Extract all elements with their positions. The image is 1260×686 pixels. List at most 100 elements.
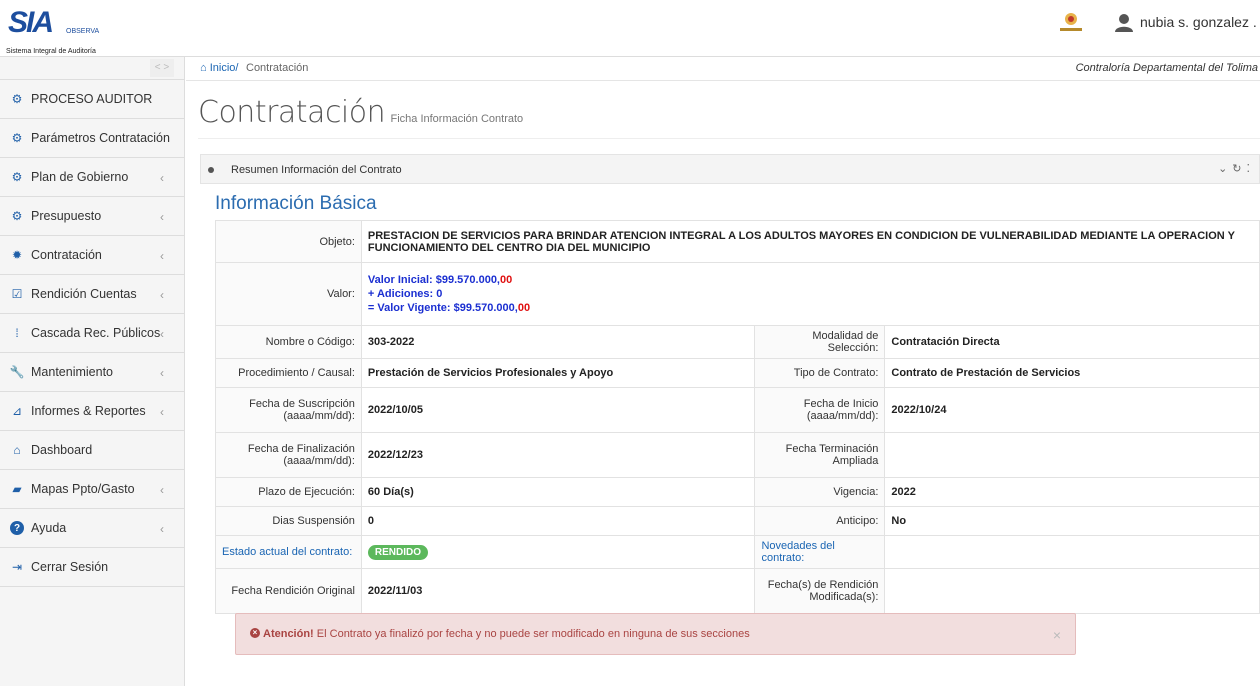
adiciones-line: + Adiciones: 0 — [368, 287, 1253, 301]
sidebar-item-cascada-rec-p-blicos[interactable]: ⁞ Cascada Rec. Públicos ‹ — [0, 314, 184, 353]
alert-close-button[interactable]: × — [1053, 627, 1061, 643]
sidebar-item-label: Informes & Reportes — [31, 404, 146, 418]
gear-icon: ✹ — [11, 248, 23, 262]
sidebar-item-label: Mapas Ppto/Gasto — [31, 482, 135, 496]
valor-vigente: $99.570.000, — [453, 302, 518, 314]
valor-vigente-label: = Valor Vigente: — [367, 302, 454, 314]
nombre-label: Nombre o Código: — [215, 325, 362, 359]
sidebar-item-plan-de-gobierno[interactable]: ⚙ Plan de Gobierno ‹ — [0, 158, 184, 197]
panel-header: Resumen Información del Contrato ⌄↻⁚ — [200, 154, 1260, 184]
fullscreen-icon[interactable]: ⁚ — [1247, 163, 1256, 175]
gears-icon: ⚙ — [11, 92, 23, 106]
finalizacion-value: 2022/12/23 — [360, 432, 756, 478]
sidebar-item-label: Rendición Cuentas — [31, 287, 137, 301]
book-icon: ▰ — [12, 482, 22, 496]
valor-vigente-line: = Valor Vigente: $99.570.000,00 — [368, 301, 1253, 315]
sidebar-item-label: Plan de Gobierno — [31, 170, 129, 184]
sidebar-item-label: Dashboard — [31, 443, 93, 457]
panel-title: Resumen Información del Contrato — [231, 164, 402, 176]
sidebar-item-label: PROCESO AUDITOR — [31, 92, 153, 106]
sidebar-item-label: Cerrar Sesión — [31, 560, 109, 574]
inicio-value: 2022/10/24 — [884, 387, 1260, 433]
modalidad-value: Contratación Directa — [884, 325, 1260, 359]
top-bar: SIA OBSERVA Sistema Integral de Auditorí… — [0, 0, 1260, 57]
chevron-left-icon: ‹ — [160, 405, 164, 419]
sidebar-collapse-button[interactable]: < > — [150, 59, 174, 77]
alert-text: El Contrato ya finalizó por fecha y no p… — [313, 628, 750, 640]
sign-out-icon: ⇥ — [11, 560, 23, 574]
rendicion-modificada-label: Fecha(s) de Rendición Modificada(s): — [754, 568, 886, 614]
table-row: Objeto: PRESTACION DE SERVICIOS PARA BRI… — [215, 220, 1260, 263]
alert-finalized: × Atención! El Contrato ya finalizó por … — [235, 613, 1076, 655]
suscripcion-value: 2022/10/05 — [360, 387, 756, 433]
alert-strong: Atención! — [263, 628, 314, 640]
sidebar-item-label: Presupuesto — [31, 209, 102, 223]
user-menu[interactable]: nubia s. gonzalez . — [1114, 12, 1257, 32]
procedimiento-value: Prestación de Servicios Profesionales y … — [360, 358, 756, 388]
valor-vigente-cents: 00 — [517, 302, 531, 314]
vigencia-label: Vigencia: — [754, 477, 886, 507]
table-row: Fecha Rendición Original 2022/11/03 Fech… — [215, 568, 1260, 614]
check-square-icon: ☑ — [11, 287, 23, 301]
status-badge: RENDIDO — [367, 544, 429, 560]
user-avatar-icon — [1114, 12, 1134, 32]
chevron-left-icon: ‹ — [160, 249, 164, 263]
sidebar: < > ⚙ PROCESO AUDITOR ⚙ Parámetros Contrata… — [0, 57, 185, 686]
alert-x-circle-icon: × — [250, 628, 260, 638]
refresh-icon[interactable]: ↻ — [1232, 163, 1246, 175]
modalidad-label: Modalidad de Selección: — [754, 325, 886, 359]
section-title: Información Básica — [215, 193, 377, 214]
nombre-value: 303-2022 — [360, 325, 756, 359]
breadcrumb: ⌂ Inicio/ Contratación Contraloría Depar… — [186, 57, 1260, 81]
novedades-label[interactable]: Novedades del contrato: — [754, 535, 886, 569]
question-icon: ? — [10, 521, 24, 535]
sidebar-item-label: Mantenimiento — [31, 365, 113, 379]
vigencia-value: 2022 — [884, 477, 1260, 507]
collapse-icon[interactable]: ⌄ — [1218, 163, 1232, 175]
chevron-left-icon: ‹ — [160, 327, 164, 341]
sidebar-item-informes-reportes[interactable]: ⊿ Informes & Reportes ‹ — [0, 392, 184, 431]
page-subtitle: Ficha Información Contrato — [390, 113, 524, 125]
sidebar-item-label: Parámetros Contratación — [31, 131, 170, 145]
sidebar-toggle-row: < > — [0, 57, 184, 80]
sidebar-item-cerrar-sesi-n[interactable]: ⇥ Cerrar Sesión — [0, 548, 184, 587]
breadcrumb-home-link[interactable]: ⌂ Inicio/ — [200, 62, 238, 74]
page-title: Contratación — [198, 95, 386, 130]
table-row: Nombre o Código: 303-2022 Modalidad de S… — [215, 325, 1260, 359]
plazo-label: Plazo de Ejecución: — [215, 477, 362, 507]
terminacion-label: Fecha Terminación Ampliada — [754, 432, 886, 478]
sidebar-item-proceso-auditor[interactable]: ⚙ PROCESO AUDITOR — [0, 80, 184, 119]
chevron-left-icon: ‹ — [160, 171, 164, 185]
sidebar-menu: ⚙ PROCESO AUDITOR ⚙ Parámetros Contratación… — [0, 80, 184, 587]
sidebar-item-contrataci-n[interactable]: ✹ Contratación ‹ — [0, 236, 184, 275]
table-row: Estado actual del contrato: RENDIDO Nove… — [215, 535, 1260, 569]
adiciones-value: 0 — [436, 288, 443, 300]
terminacion-value — [884, 432, 1260, 478]
inicio-label: Fecha de Inicio (aaaa/mm/dd): — [754, 387, 886, 433]
sidebar-item-mantenimiento[interactable]: 🔧 Mantenimiento ‹ — [0, 353, 184, 392]
grid-dots-icon: ⁞ — [15, 326, 19, 340]
sidebar-item-ayuda[interactable]: ? Ayuda ‹ — [0, 509, 184, 548]
sidebar-item-presupuesto[interactable]: ⚙ Presupuesto ‹ — [0, 197, 184, 236]
valor-value: Valor Inicial: $99.570.000,00 + Adicione… — [360, 262, 1260, 326]
rendicion-label: Fecha Rendición Original — [215, 568, 362, 614]
novedades-value — [884, 535, 1260, 569]
estado-value: RENDIDO — [360, 535, 756, 569]
sidebar-item-rendici-n-cuentas[interactable]: ☑ Rendición Cuentas ‹ — [0, 275, 184, 314]
tipo-contrato-value: Contrato de Prestación de Servicios — [884, 358, 1260, 388]
panel-tools: ⌄↻⁚ — [1218, 162, 1255, 175]
wrench-icon: 🔧 — [9, 365, 25, 379]
page-title-block: Contratación Ficha Información Contrato — [198, 95, 523, 130]
sidebar-item-label: Ayuda — [31, 521, 67, 535]
user-name: nubia s. gonzalez . — [1140, 14, 1257, 30]
chevron-left-icon: ‹ — [160, 522, 164, 536]
valor-inicial-line: Valor Inicial: $99.570.000,00 — [368, 273, 1253, 287]
sidebar-item-par-metros-contrataci-n[interactable]: ⚙ Parámetros Contratación — [0, 119, 184, 158]
sia-logo[interactable]: SIA OBSERVA Sistema Integral de Auditorí… — [6, 6, 99, 56]
sidebar-item-mapas-ppto-gasto[interactable]: ▰ Mapas Ppto/Gasto ‹ — [0, 470, 184, 509]
logo-observa: OBSERVA — [66, 28, 100, 35]
sidebar-item-dashboard[interactable]: ⌂ Dashboard — [0, 431, 184, 470]
anticipo-label: Anticipo: — [754, 506, 886, 536]
chevron-left-icon: ‹ — [160, 210, 164, 224]
home-icon: ⌂ — [200, 62, 207, 74]
